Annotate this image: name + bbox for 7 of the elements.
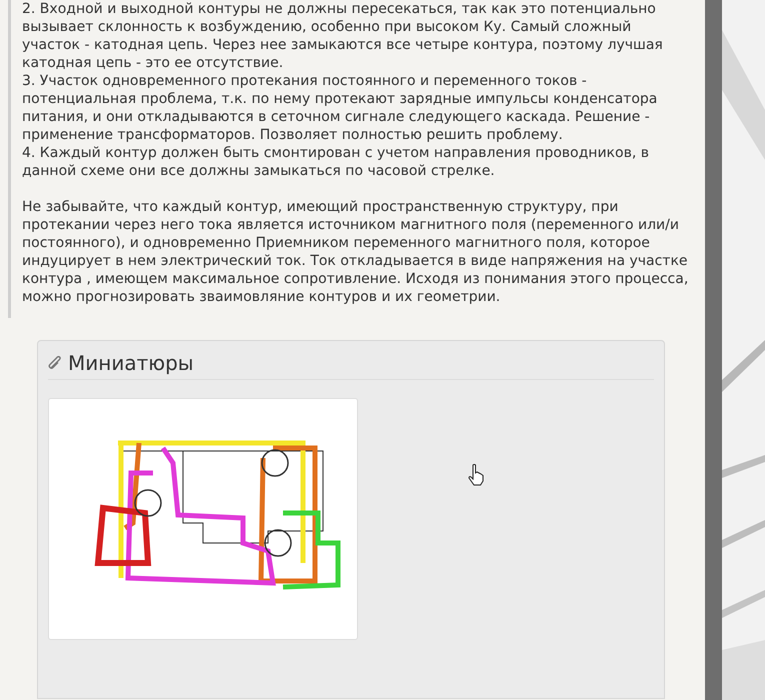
thumbnails-title: Миниатюры xyxy=(68,351,194,375)
post-text: 4. Каждый контур должен быть смонтирован с учетом направления проводников, в данной схеме они все должны замыкаться по часовой стрелке. xyxy=(22,144,650,180)
post-text: Не забывайте, что каждый контур, имеющий пространственную структуру, при протекании через него тока является источником магнитного поля (переменного или/и постоянного), и одновременно Приемником переменного магнитного поля, которое индуцирует в нем электрический ток. Ток откладывается в виде напряжения на участке контура , имеющем максимальное сопротивление. Исходя из понимания этого процесса, можно прогнозировать зваимовляние контуров и их геометрии. xyxy=(22,198,690,306)
post-text: 3. Участок одновременного протекания постоянного и переменного токов - потенциальная проблема, т.к. по нему протекают зарядные импульсы конденсатора питания, и они откладываются в сеточном сигнале следующего каскада. Решение - применение трансформаторов. Позволяет полностью решить проблему. xyxy=(22,72,658,144)
hand-cursor-icon xyxy=(468,464,484,486)
paperclip-icon xyxy=(48,356,62,370)
post-text: 2. Входной и выходной контуры не должны пересекаться, так как это потенциально вызывает склонность к возбуждению, особенно при высоком Ку. Самый сложный участок - катодная цепь. Через нее замыкаются все четыре контура, поэтому лучшая катодная цепь - это ее отсутствие. xyxy=(22,0,664,72)
